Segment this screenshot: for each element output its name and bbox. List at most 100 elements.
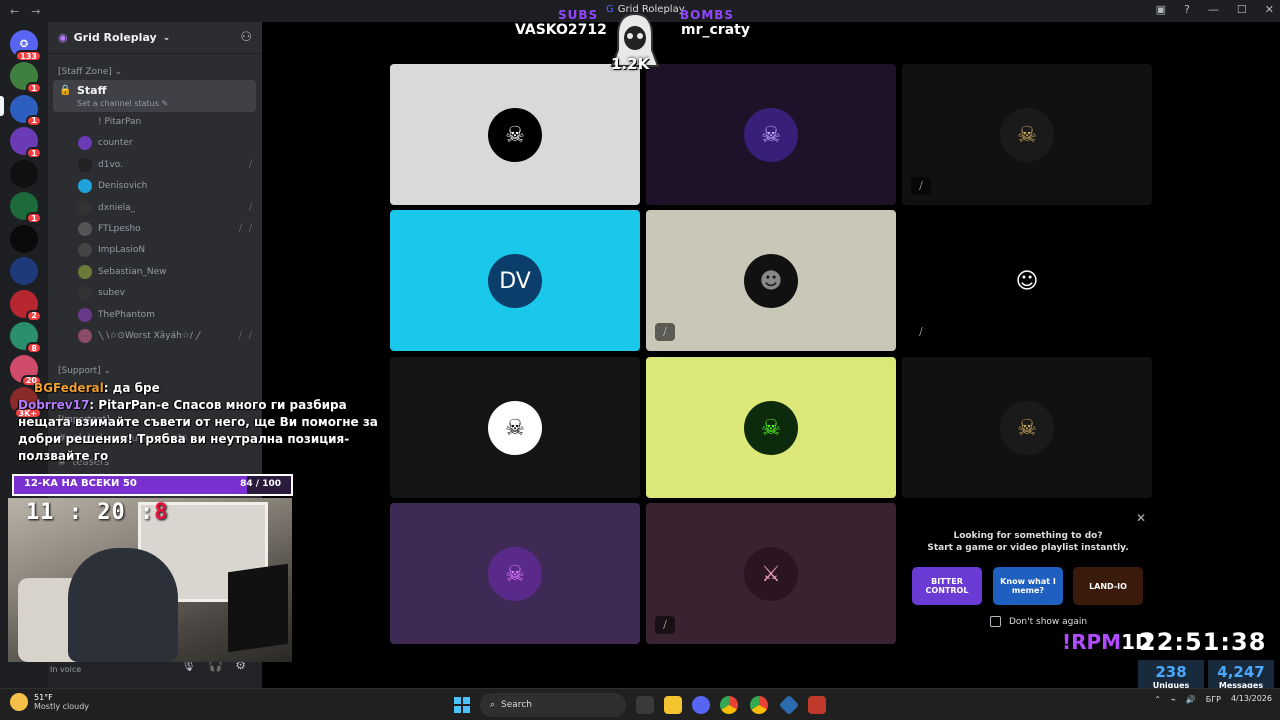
participant-avatar: DV: [488, 254, 542, 308]
member-name: d1vo.: [98, 159, 123, 170]
category-support[interactable]: [Support] ⌄: [48, 363, 121, 379]
guild-badge-icon: ◉: [58, 31, 68, 44]
close-icon[interactable]: ✕: [1265, 3, 1274, 16]
subs-label: SUBS: [558, 8, 599, 22]
member-name: ╲ \☆⊙Worst Xäyáh☆/ ╱: [98, 331, 202, 341]
participant-avatar: ☠: [488, 401, 542, 455]
network-icon[interactable]: ⌁: [1171, 695, 1176, 704]
participant-tile[interactable]: ☠ ⧸: [902, 64, 1152, 205]
server-icon[interactable]: 1: [10, 94, 42, 127]
discord-app-icon[interactable]: [692, 696, 710, 714]
activity-card[interactable]: BITTER CONTROL: [912, 567, 982, 605]
voice-member[interactable]: counter: [78, 133, 254, 153]
dm-badge: 133: [15, 50, 42, 62]
server-icon[interactable]: 2: [10, 289, 42, 322]
voice-member[interactable]: Denisovich: [78, 176, 254, 196]
bombs-label: BOMBS: [680, 8, 735, 22]
bombs-user: mr_craty: [681, 22, 750, 38]
discord-icon: ✪: [19, 38, 29, 50]
participant-tile[interactable]: ☠: [902, 357, 1152, 498]
voice-member[interactable]: dxniela_ ⧸: [78, 198, 254, 218]
server-icon[interactable]: 20: [10, 354, 42, 387]
voice-channel-staff[interactable]: 🔒 Staff Set a channel status ✎: [53, 80, 256, 112]
server-icon[interactable]: 1: [10, 192, 42, 224]
avatar: [78, 243, 92, 258]
server-icon[interactable]: 1: [10, 62, 42, 94]
close-icon[interactable]: ✕: [1136, 511, 1146, 525]
app-diamond-icon[interactable]: [778, 694, 800, 716]
chevron-up-icon[interactable]: ⌃: [1154, 695, 1161, 704]
voice-member[interactable]: ╲ \☆⊙Worst Xäyáh☆/ ╱ ⧸ ⧸: [78, 326, 254, 346]
participant-tile[interactable]: DV: [390, 210, 640, 351]
voice-member[interactable]: ! PitarPan: [78, 112, 254, 132]
muted-icon: ⧸ ⧸: [239, 224, 254, 234]
search-icon: ⌕: [490, 700, 496, 710]
help-icon[interactable]: ?: [1184, 3, 1190, 16]
muted-icon: ⧸ ⧸: [239, 331, 254, 341]
server-badge: 1: [26, 114, 42, 127]
server-icon[interactable]: [10, 224, 38, 253]
participant-tile[interactable]: ☠: [646, 357, 896, 498]
voice-member[interactable]: ImpLasioN: [78, 240, 254, 260]
muted-icon: ⧸: [911, 177, 931, 195]
participant-tile[interactable]: ⚔ ⧸: [646, 503, 896, 644]
participant-tile[interactable]: ☻ ⧸: [646, 210, 896, 351]
server-icon[interactable]: [10, 257, 38, 285]
guild-header[interactable]: ◉ Grid Roleplay ⌄ ⚇: [48, 22, 262, 54]
goal-label: 12-КА НА ВСЕКИ 50: [24, 478, 137, 489]
participant-avatar: ⚔: [744, 547, 798, 601]
chrome-profile-icon[interactable]: [750, 696, 768, 714]
channel-status[interactable]: Set a channel status ✎: [77, 99, 168, 108]
voice-member[interactable]: Sebastian_New: [78, 262, 254, 282]
forward-arrow-icon[interactable]: →: [31, 5, 40, 18]
member-name: dxniela_: [98, 202, 136, 213]
server-icon[interactable]: [10, 159, 38, 188]
member-name: subev: [98, 288, 125, 299]
voice-member[interactable]: ThePhantom: [78, 305, 254, 325]
activity-card[interactable]: LAND-IO: [1073, 567, 1143, 605]
chrome-icon[interactable]: [720, 696, 738, 714]
windows-start-icon[interactable]: [454, 697, 470, 713]
weather-widget[interactable]: 51°F Mostly cloudy: [10, 693, 89, 711]
participant-tile[interactable]: ☠: [390, 357, 640, 498]
dont-show-again-checkbox[interactable]: Don't show again: [990, 616, 1087, 627]
activity-subtitle: Start a game or video playlist instantly…: [927, 543, 1129, 553]
invite-people-icon[interactable]: ⚇: [240, 30, 252, 45]
voice-member[interactable]: FTLpesho ⧸ ⧸: [78, 219, 254, 239]
voice-stage: ☠ ☠ ☠ ⧸ DV ☻ ⧸ ☺ ⧸ ☠ ☠ ☠ ☠ ⚔ ⧸ ✕ Looking for something…: [262, 22, 1280, 688]
muted-icon: ⧸: [655, 616, 675, 634]
dm-button[interactable]: ✪ 133: [10, 30, 42, 62]
guild-name: Grid Roleplay: [73, 31, 157, 44]
minimize-icon[interactable]: —: [1208, 3, 1219, 16]
lock-icon: 🔒: [59, 85, 72, 96]
inbox-icon[interactable]: ▣: [1156, 3, 1166, 16]
subs-user: VASKO2712: [515, 22, 607, 38]
server-icon[interactable]: 8: [10, 322, 42, 354]
screen: ← → G Grid Roleplay ▣ ? — ☐ ✕ ✪ 133 1111…: [0, 0, 1280, 720]
voice-status: In voice: [50, 665, 82, 674]
member-name: Denisovich: [98, 181, 148, 192]
avatar: [78, 200, 92, 215]
volume-icon[interactable]: 🔊: [1186, 695, 1196, 704]
category-staff-zone[interactable]: [Staff Zone] ⌄: [48, 64, 132, 80]
voice-member[interactable]: subev: [78, 283, 254, 303]
voice-member[interactable]: d1vo. ⧸: [78, 155, 254, 175]
participant-tile[interactable]: ☺ ⧸: [902, 210, 1152, 351]
activity-prompt: ✕ Looking for something to do? Start a g…: [902, 503, 1154, 644]
clock-date[interactable]: 4/13/2026: [1231, 693, 1272, 705]
file-explorer-icon[interactable]: [664, 696, 682, 714]
participant-tile[interactable]: ☠: [390, 503, 640, 644]
task-view-icon[interactable]: [636, 696, 654, 714]
participant-tile[interactable]: ☠: [646, 64, 896, 205]
maximize-icon[interactable]: ☐: [1237, 3, 1247, 16]
activity-card[interactable]: Know what I meme?: [993, 567, 1063, 605]
language-indicator[interactable]: БГР: [1206, 695, 1221, 704]
server-icon[interactable]: 1: [10, 127, 42, 159]
app-red-icon[interactable]: [808, 696, 826, 714]
back-arrow-icon[interactable]: ←: [10, 5, 19, 18]
participant-avatar: ☻: [744, 254, 798, 308]
participant-tile[interactable]: ☠: [390, 64, 640, 205]
taskbar-search[interactable]: ⌕ Search: [480, 693, 626, 717]
cam-clock: 11 : 20 :8: [26, 500, 169, 525]
participant-avatar: ☠: [744, 401, 798, 455]
